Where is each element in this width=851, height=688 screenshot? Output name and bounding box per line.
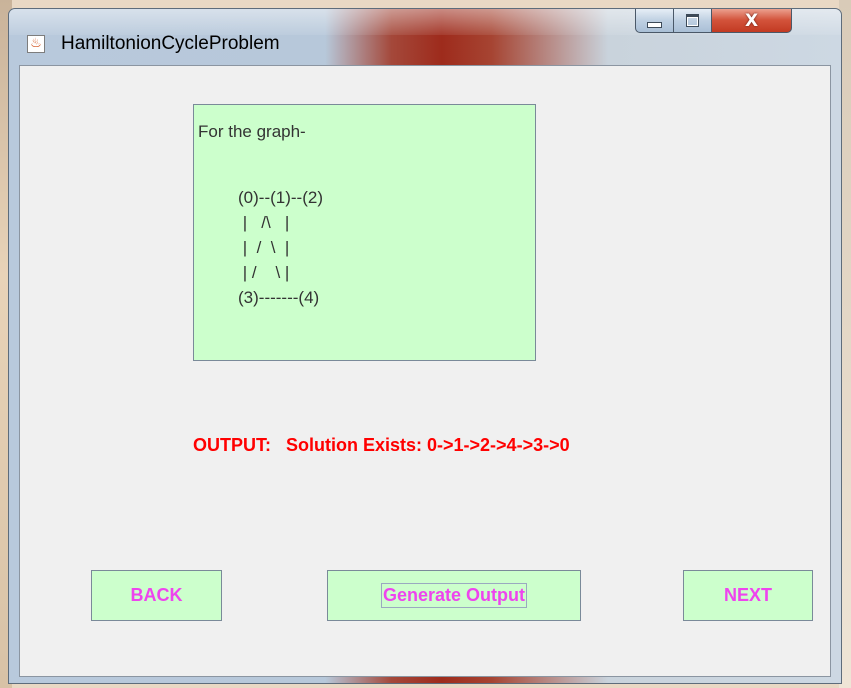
title-bar[interactable]: ♨ HamiltonionCycleProblem X [9,9,841,65]
graph-line: (3)-------(4) [238,288,320,307]
graph-heading: For the graph- [198,122,306,141]
close-button[interactable]: X [711,9,792,33]
graph-text-area[interactable]: For the graph- (0)--(1)--(2) | /\ | | / … [193,104,536,361]
next-button[interactable]: NEXT [683,570,813,621]
graph-line: (0)--(1)--(2) [238,188,323,207]
window-title: HamiltonionCycleProblem [61,33,280,54]
java-cup-icon[interactable]: ♨ [27,35,45,53]
close-icon: X [744,10,759,31]
content-pane: For the graph- (0)--(1)--(2) | /\ | | / … [19,65,831,677]
output-label: OUTPUT: Solution Exists: 0->1->2->4->3->… [193,435,570,455]
generate-output-button[interactable]: Generate Output [327,570,581,621]
graph-line: | /\ | [238,213,290,232]
next-button-label: NEXT [723,585,772,605]
app-window: ♨ HamiltonionCycleProblem X For the grap… [8,8,842,684]
maximize-button[interactable] [673,9,712,33]
back-button[interactable]: BACK [91,570,222,621]
graph-line: | / \ | [238,238,290,257]
graph-diagram: (0)--(1)--(2) | /\ | | / \ | | / \ | (3)… [238,185,323,310]
minimize-icon [647,21,662,28]
maximize-icon [686,14,699,27]
minimize-button[interactable] [635,9,674,33]
back-button-label: BACK [130,585,183,605]
graph-line: | / \ | [238,263,290,282]
generate-output-button-label: Generate Output [380,583,527,608]
